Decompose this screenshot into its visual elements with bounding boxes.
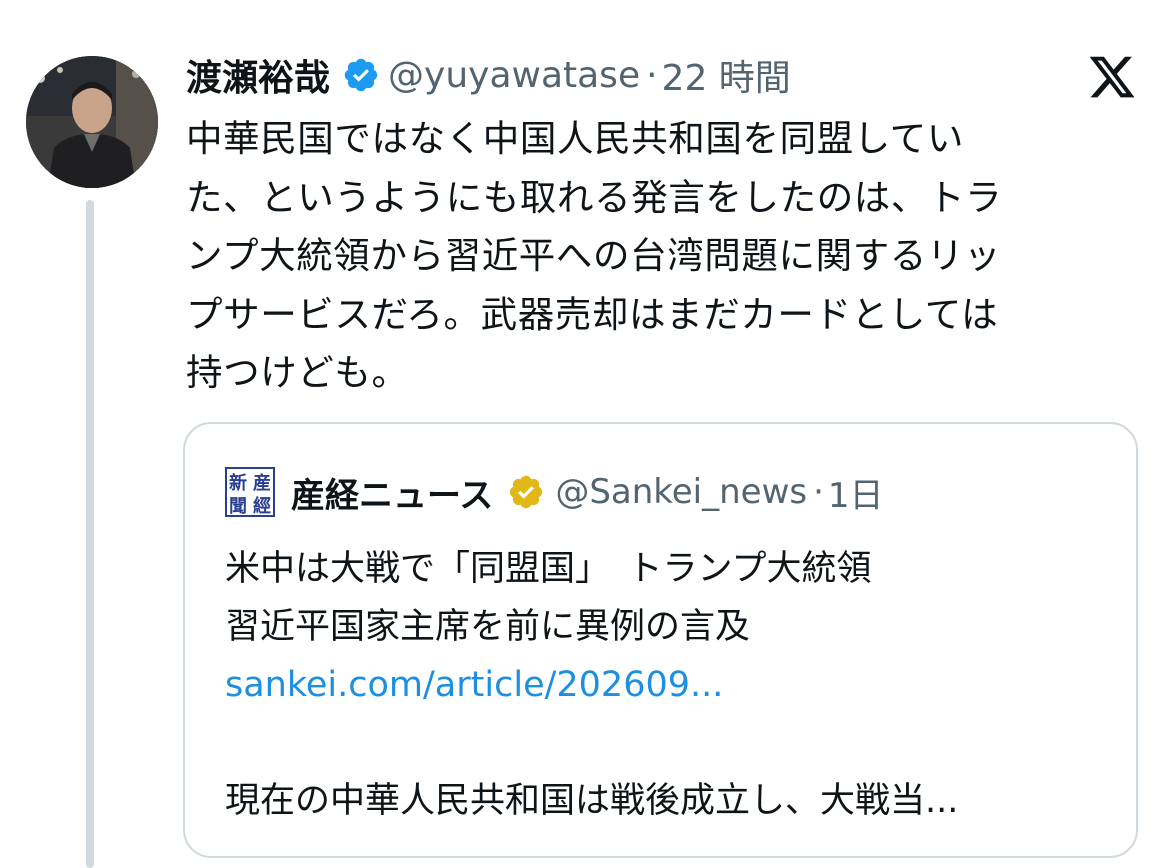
quote-handle[interactable]: @Sankei_news — [555, 472, 807, 512]
quote-header: 新 産 聞 經 産経ニュース @Sankei_news · 1日 — [225, 466, 884, 518]
tweet-view: 渡瀬裕哉 @yuyawatase · 22 時間 中華民国ではなく中国人民共和国… — [0, 0, 1169, 868]
gold-verified-badge-icon[interactable] — [507, 473, 545, 511]
x-logo-icon[interactable] — [1086, 52, 1138, 102]
timestamp[interactable]: 22 時間 — [662, 49, 791, 101]
separator-dot: · — [646, 54, 658, 96]
quote-text-continued: 現在の中華人民共和国は戦後成立し、大戦当... — [225, 781, 959, 821]
handle[interactable]: @yuyawatase — [388, 55, 640, 96]
quote-separator-dot: · — [813, 472, 824, 512]
tweet-header: 渡瀬裕哉 @yuyawatase · 22 時間 — [186, 50, 791, 100]
quote-display-name[interactable]: 産経ニュース — [291, 468, 493, 517]
svg-text:新: 新 — [229, 472, 247, 494]
quote-link[interactable]: sankei.com/article/202609... — [225, 656, 723, 714]
quote-tweet-card[interactable]: 新 産 聞 經 産経ニュース @Sankei_news · 1日 米中は大戦で「… — [183, 422, 1138, 858]
thread-line — [86, 200, 94, 868]
avatar[interactable] — [26, 56, 158, 188]
svg-text:産: 産 — [253, 472, 271, 494]
quote-text: 米中は大戦で「同盟国」 トランプ大統領 習近平国家主席を前に異例の言及 — [225, 549, 872, 647]
tweet-text: 中華民国ではなく中国人民共和国を同盟してい た、というようにも取れる発言をしたの… — [186, 117, 1003, 394]
quote-timestamp[interactable]: 1日 — [828, 468, 884, 517]
sankei-logo[interactable]: 新 産 聞 經 — [225, 467, 275, 517]
svg-text:經: 經 — [253, 495, 271, 517]
display-name[interactable]: 渡瀬裕哉 — [186, 49, 330, 101]
verified-badge-icon[interactable] — [342, 56, 380, 94]
svg-text:聞: 聞 — [229, 496, 247, 517]
avatar-photo — [26, 56, 158, 188]
